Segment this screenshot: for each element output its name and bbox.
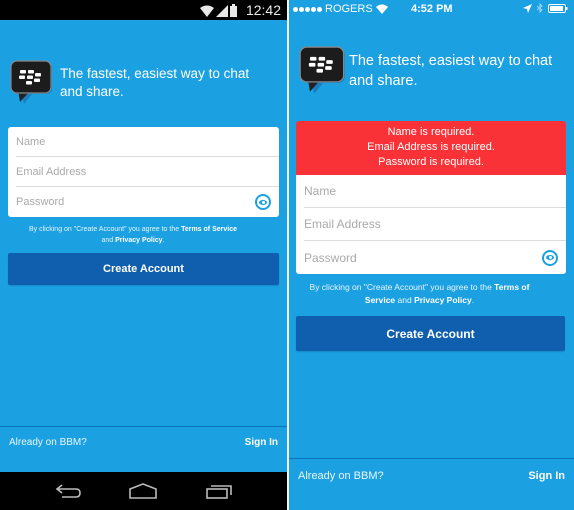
signup-form: [8, 127, 279, 217]
bluetooth-icon: [537, 3, 543, 13]
bbm-logo: [10, 60, 54, 106]
password-input[interactable]: [304, 250, 566, 265]
sign-in-link[interactable]: Sign In: [528, 470, 565, 482]
location-icon: [523, 3, 532, 13]
tagline: The fastest, easiest way to chat and sha…: [349, 53, 553, 89]
ios-status-bar: ROGERS 4:52 PM: [289, 0, 574, 20]
terms-middle: and: [101, 237, 116, 244]
already-on-bbm-text: Already on BBM?: [298, 470, 384, 482]
already-on-bbm-text: Already on BBM?: [9, 436, 87, 448]
password-input[interactable]: [16, 196, 279, 208]
eye-icon[interactable]: [255, 194, 271, 210]
signal-icon: [216, 5, 228, 17]
create-account-button[interactable]: Create Account: [296, 316, 565, 351]
terms-text: By clicking on "Create Account" you agre…: [297, 281, 542, 307]
carrier-name: ROGERS: [325, 3, 373, 15]
email-input[interactable]: [16, 165, 279, 178]
footer: Already on BBM? Sign In: [0, 428, 287, 456]
email-field-row: [16, 157, 279, 187]
status-time: 12:42: [245, 2, 281, 18]
terms-text: By clicking on "Create Account" you agre…: [8, 224, 258, 246]
error-email-required: Email Address is required.: [367, 141, 495, 153]
battery-icon: [230, 4, 237, 17]
android-screen: 12:42 The fastest, easiest way to chat a…: [0, 0, 287, 510]
carrier-info: ROGERS: [293, 3, 388, 15]
error-password-required: Password is required.: [378, 156, 484, 168]
terms-suffix: .: [162, 237, 165, 244]
status-icons: [200, 3, 237, 17]
wifi-icon: [375, 4, 388, 14]
header: The fastest, easiest way to chat and sha…: [299, 46, 559, 94]
terms-middle: and: [395, 295, 415, 305]
name-input[interactable]: [304, 184, 566, 198]
privacy-policy-link[interactable]: Privacy Policy: [115, 237, 162, 244]
terms-suffix: .: [471, 295, 475, 305]
password-field-row: [16, 187, 279, 217]
back-icon[interactable]: [53, 481, 83, 501]
eye-icon[interactable]: [542, 249, 558, 266]
footer-divider: [289, 458, 574, 459]
android-status-bar: 12:42: [0, 0, 287, 20]
name-input[interactable]: [16, 135, 279, 148]
tagline: The fastest, easiest way to chat and sha…: [60, 66, 250, 99]
signup-form: [296, 175, 566, 274]
ios-screen: ROGERS 4:52 PM The fastest, easiest way …: [289, 0, 574, 510]
error-banner: Name is required. Email Address is requi…: [296, 121, 566, 175]
status-time: 4:52 PM: [411, 3, 453, 15]
password-field-row: [304, 241, 566, 274]
android-nav-bar: [0, 472, 287, 510]
home-icon[interactable]: [128, 481, 158, 501]
footer-divider: [0, 426, 287, 427]
terms-prefix: By clicking on "Create Account" you agre…: [309, 282, 495, 292]
battery-icon: [548, 3, 568, 13]
wifi-icon: [200, 5, 214, 17]
status-right-icons: [523, 3, 568, 13]
sign-in-link[interactable]: Sign In: [245, 437, 278, 448]
name-field-row: [16, 127, 279, 157]
signal-dots-icon: [293, 6, 322, 12]
error-name-required: Name is required.: [387, 126, 475, 138]
email-field-row: [304, 208, 566, 241]
bbm-logo: [299, 46, 345, 94]
terms-prefix: By clicking on "Create Account" you agre…: [29, 226, 182, 233]
recent-apps-icon[interactable]: [204, 481, 234, 501]
privacy-policy-link[interactable]: Privacy Policy: [414, 295, 472, 305]
header: The fastest, easiest way to chat and sha…: [10, 60, 275, 106]
create-account-button[interactable]: Create Account: [8, 253, 279, 285]
terms-of-service-link[interactable]: Terms of Service: [181, 226, 237, 233]
footer: Already on BBM? Sign In: [289, 460, 574, 492]
name-field-row: [304, 175, 566, 208]
email-input[interactable]: [304, 217, 566, 231]
